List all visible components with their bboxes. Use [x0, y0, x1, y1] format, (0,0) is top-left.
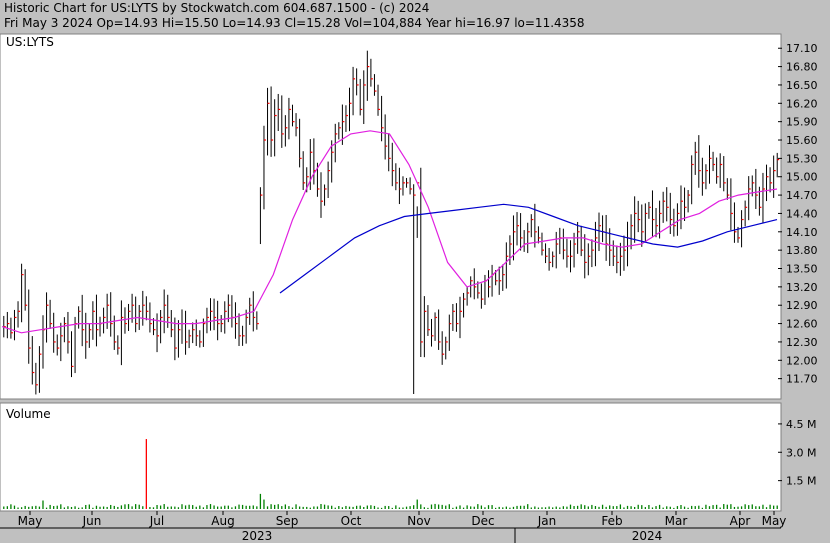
volume-panel — [0, 402, 782, 512]
price-tick-label: 17.10 — [786, 42, 818, 55]
price-tick-label: 13.50 — [786, 263, 818, 276]
volume-tick-label: 3.0 M — [786, 446, 816, 459]
month-label: Mar — [665, 514, 688, 528]
month-label: Apr — [730, 514, 751, 528]
volume-axis: 1.5 M 3.0 M 4.5 M — [778, 418, 816, 488]
price-tick-label: 15.30 — [786, 152, 818, 165]
year-label: 2023 — [242, 529, 273, 543]
header-line2: Fri May 3 2024 Op=14.93 Hi=15.50 Lo=14.9… — [4, 16, 585, 30]
symbol-label: US:LYTS — [6, 35, 54, 49]
month-label: Aug — [211, 514, 234, 528]
time-axis: May Jun Jul Aug Sep Oct Nov Dec Jan Feb Mar Apr May 2… — [0, 511, 786, 543]
price-panel — [0, 33, 782, 400]
price-tick-label: 12.00 — [786, 354, 818, 367]
month-label: Oct — [341, 514, 362, 528]
price-tick-label: 15.90 — [786, 116, 818, 129]
month-label: Dec — [471, 514, 494, 528]
header-line1: Historic Chart for US:LYTS by Stockwatch… — [4, 1, 429, 15]
year-label: 2024 — [632, 529, 663, 543]
price-tick-label: 12.90 — [786, 299, 818, 312]
price-tick-label: 14.10 — [786, 226, 818, 239]
price-tick-label: 11.70 — [786, 373, 818, 386]
month-label: May — [18, 514, 43, 528]
price-tick-label: 14.70 — [786, 189, 818, 202]
month-label: Feb — [601, 514, 622, 528]
price-tick-label: 13.80 — [786, 244, 818, 257]
price-tick-label: 12.30 — [786, 336, 818, 349]
price-tick-label: 16.20 — [786, 97, 818, 110]
volume-tick-label: 1.5 M — [786, 475, 816, 488]
month-label: May — [762, 514, 787, 528]
month-label: Jun — [82, 514, 102, 528]
price-tick-label: 16.50 — [786, 79, 818, 92]
price-tick-label: 15.00 — [786, 171, 818, 184]
price-tick-label: 14.40 — [786, 207, 818, 220]
month-label: Nov — [407, 514, 430, 528]
volume-tick-label: 4.5 M — [786, 418, 816, 431]
month-label: Jan — [537, 514, 557, 528]
stock-chart: Historic Chart for US:LYTS by Stockwatch… — [0, 1, 818, 543]
price-axis: 11.70 12.00 12.30 12.60 12.90 13.20 13.50 13.80… — [778, 42, 818, 386]
month-label: Sep — [276, 514, 299, 528]
price-tick-label: 16.80 — [786, 61, 818, 74]
month-label: Jul — [149, 514, 164, 528]
price-tick-label: 13.20 — [786, 281, 818, 294]
volume-label: Volume — [6, 407, 51, 421]
price-tick-label: 12.60 — [786, 318, 818, 331]
price-tick-label: 15.60 — [786, 134, 818, 147]
